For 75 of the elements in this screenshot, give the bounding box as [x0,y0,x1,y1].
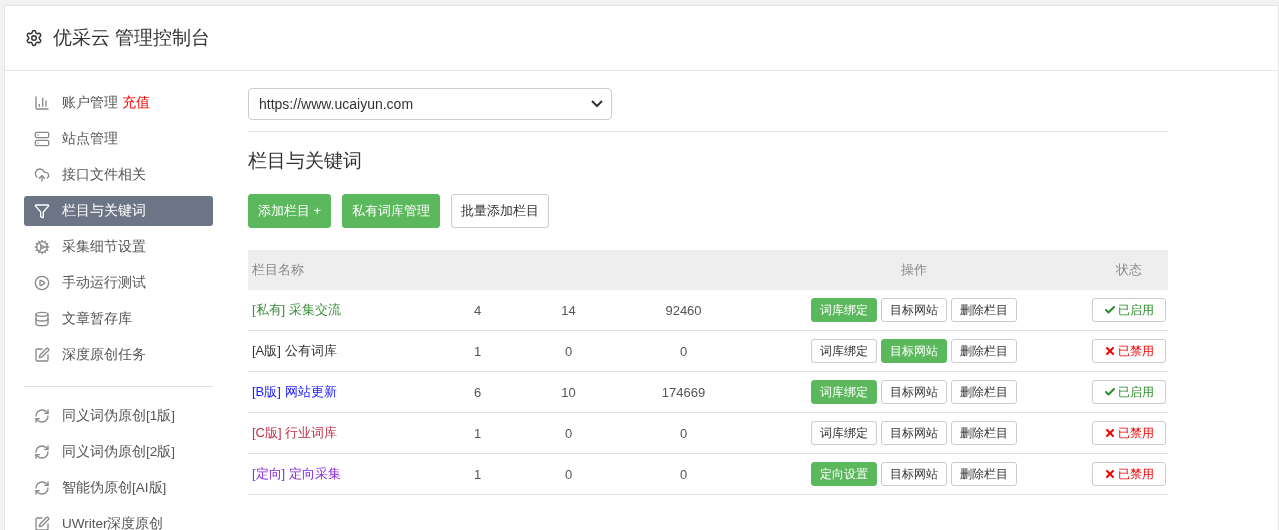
status-button[interactable]: 已禁用 [1091,462,1166,486]
check-icon [1103,386,1116,398]
table-cell: 6 [448,371,508,413]
column-header: 栏目名称 [248,250,448,290]
settings-icon [25,29,43,47]
edit-icon [34,347,50,363]
chevron-down-icon [591,100,603,108]
action-button[interactable]: 删除栏目 [950,462,1017,486]
action-button[interactable]: 删除栏目 [950,421,1017,445]
table-cell: 1 [448,412,508,454]
action-button[interactable]: 词库绑定 [810,421,877,445]
server-icon [34,131,50,147]
category-name: [定向] 定向采集 [252,466,341,481]
sidebar-item[interactable]: 手动运行测试 [24,268,213,298]
sidebar-item[interactable]: 接口文件相关 [24,160,213,190]
refresh-icon [34,444,50,460]
section-title: 栏目与关键词 [248,149,363,173]
category-name: [A版] 公有词库 [252,343,337,358]
sidebar-item[interactable]: 栏目与关键词 [24,196,213,226]
category-name: [私有] 采集交流 [252,302,341,317]
edit-icon [34,516,50,530]
action-button[interactable]: 删除栏目 [950,298,1017,322]
site-select[interactable]: https://www.ucaiyun.com [248,88,612,120]
action-button[interactable]: 目标网站 [880,421,947,445]
recharge-link[interactable]: 充值 [121,95,150,110]
action-button[interactable]: 删除栏目 [950,380,1017,404]
table-cell: 0 [630,453,738,495]
play-icon [34,275,50,291]
sidebar-item[interactable]: 文章暂存库 [24,304,213,334]
column-header: 状态 [1090,250,1168,290]
table-cell: 92460 [630,290,738,331]
check-icon [1103,304,1116,316]
sidebar-item[interactable]: 同义词伪原创[1版] [24,401,213,431]
filter-icon [34,203,50,219]
table-cell: 0 [630,330,738,372]
table-cell: 0 [508,330,630,372]
status-button[interactable]: 已禁用 [1091,421,1166,445]
status-button[interactable]: 已启用 [1091,298,1166,322]
database-icon [34,311,50,327]
table-cell: 174669 [630,371,738,413]
sidebar-item[interactable]: 智能伪原创[AI版] [24,473,213,503]
category-name: [B版] 网站更新 [252,384,337,399]
console-title: 优采云 管理控制台 [53,26,211,50]
action-button[interactable]: 目标网站 [880,298,947,322]
table-cell: 1 [448,453,508,495]
chart-icon [34,95,50,111]
column-header: 操作 [738,250,1090,290]
table-cell: 1 [448,330,508,372]
sidebar-item[interactable]: 采集细节设置 [24,232,213,262]
table-cell: 0 [508,453,630,495]
table-cell: 0 [630,412,738,454]
sidebar-item[interactable]: 同义词伪原创[2版] [24,437,213,467]
action-button[interactable]: 目标网站 [880,380,947,404]
action-button[interactable]: 目标网站 [880,462,947,486]
action-button[interactable]: 删除栏目 [950,339,1017,363]
sidebar-item[interactable]: 账户管理 充值 [24,88,213,118]
sidebar-item[interactable]: 深度原创任务 [24,340,213,370]
status-button[interactable]: 已禁用 [1091,339,1166,363]
close-icon [1103,468,1116,480]
sidebar-item[interactable]: UWriter深度原创 [24,509,213,530]
refresh-icon [34,480,50,496]
table-cell: 10 [508,371,630,413]
status-button[interactable]: 已启用 [1091,380,1166,404]
table-cell: 14 [508,290,630,331]
table-cell: 0 [508,412,630,454]
table-cell: 4 [448,290,508,331]
toolbar-button[interactable]: 批量添加栏目 [451,194,550,228]
close-icon [1103,427,1116,439]
sidebar-item[interactable]: 站点管理 [24,124,213,154]
refresh-icon [34,408,50,424]
category-name: [C版] 行业词库 [252,425,338,440]
cloud-upload-icon [34,167,50,183]
action-button[interactable]: 词库绑定 [810,339,877,363]
gear-icon [34,239,50,255]
close-icon [1103,345,1116,357]
